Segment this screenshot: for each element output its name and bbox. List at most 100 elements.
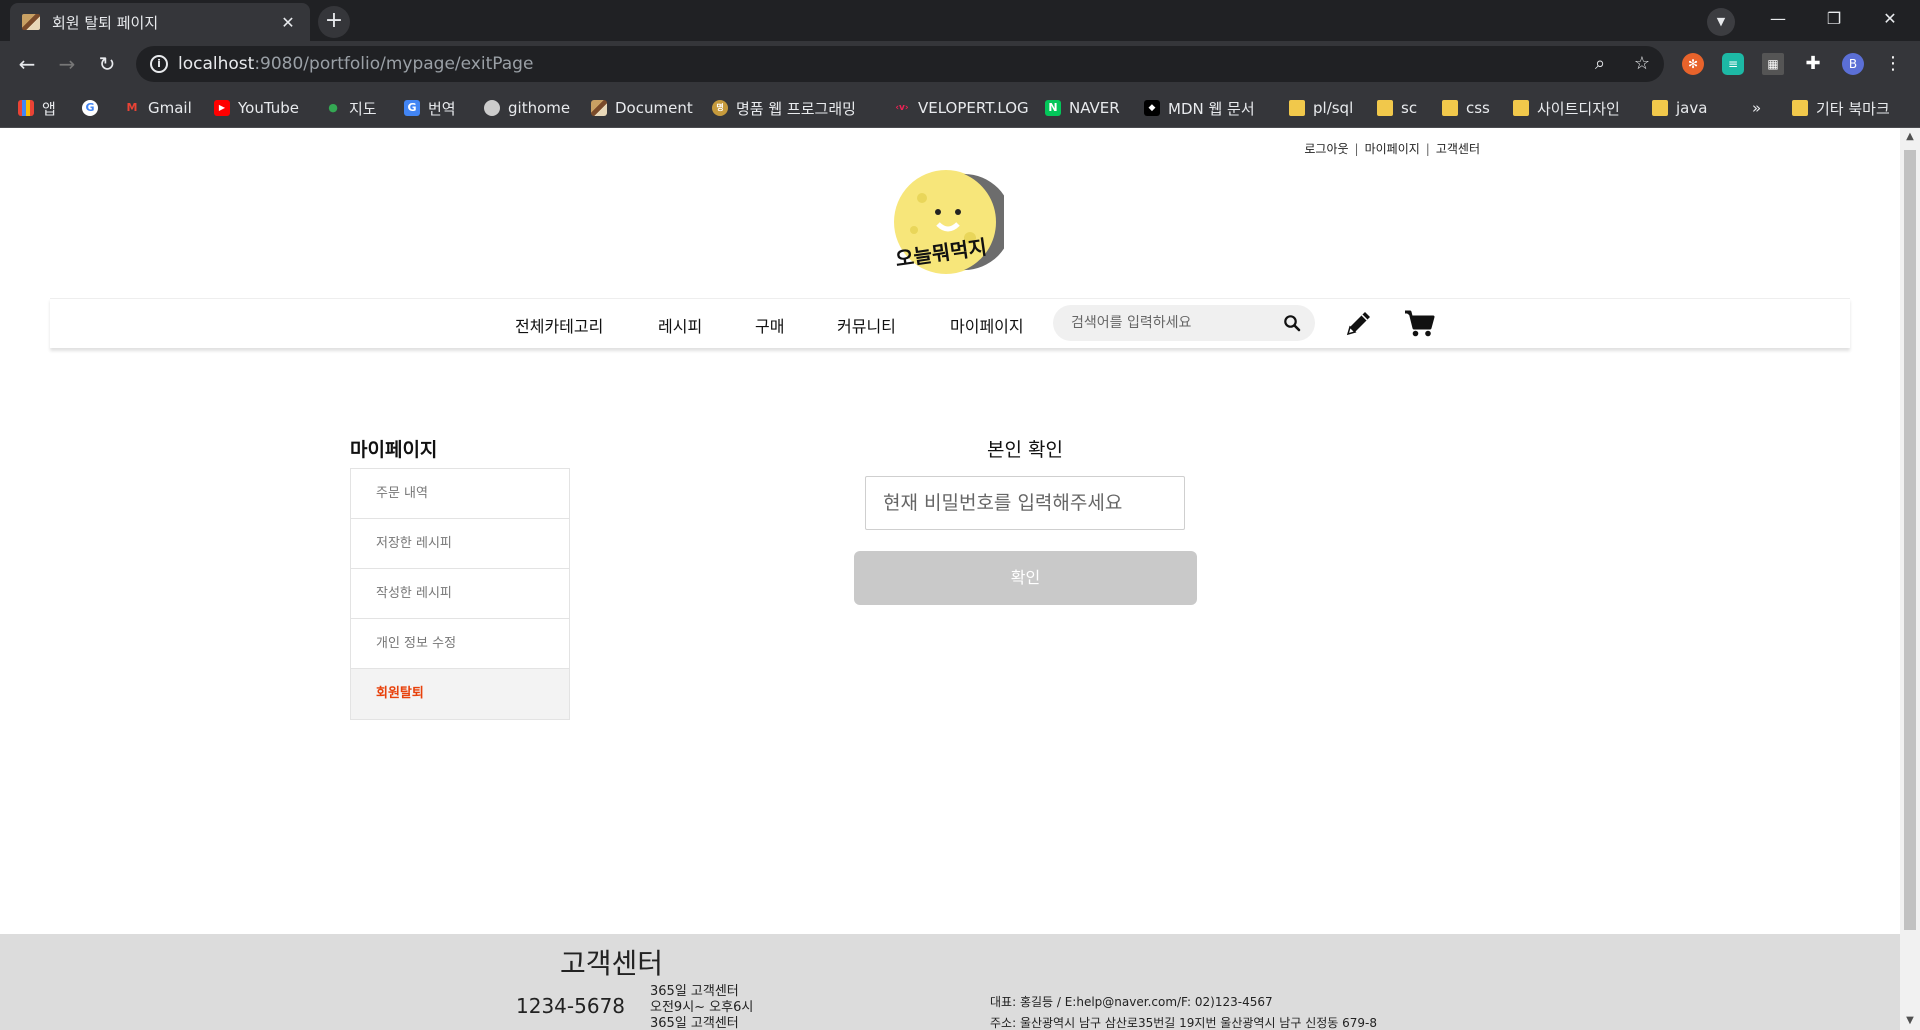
bookmark-site-design[interactable]: 사이트디자인 [1513, 88, 1620, 128]
bookmark-google[interactable]: G [82, 88, 106, 128]
divider: | [1354, 142, 1359, 156]
maps-icon: ● [328, 101, 338, 114]
search-icon[interactable] [1283, 314, 1301, 332]
nav-purchase[interactable]: 구매 [755, 313, 784, 337]
hours-line: 365일 고객센터 [650, 984, 739, 999]
mdn-icon: ◆ [1144, 100, 1160, 116]
forward-arrow-icon[interactable]: → [52, 49, 82, 79]
bookmark-githome[interactable]: githome [484, 88, 570, 128]
globe-icon [484, 100, 500, 116]
site-icon: 명 [712, 100, 728, 116]
bookmark-naver[interactable]: N NAVER [1045, 88, 1120, 128]
bookmark-maps[interactable]: ● 지도 [325, 88, 376, 128]
extensions-puzzle-icon[interactable]: ✚ [1802, 53, 1824, 75]
cart-icon[interactable] [1403, 307, 1435, 339]
footer: 고객센터 1234-5678 365일 고객센터 오전9시~ 오후6시 365일… [0, 934, 1900, 1030]
extension-teal-icon[interactable]: ≡ [1722, 53, 1744, 75]
pencil-write-icon[interactable] [1343, 307, 1375, 339]
folder-icon [1513, 100, 1529, 116]
browser-menu-icon[interactable]: ⋮ [1882, 53, 1904, 75]
password-input[interactable] [865, 476, 1185, 530]
apps-grid-icon [18, 100, 34, 116]
browser-tab[interactable]: 회원 탈퇴 페이지 ✕ [10, 3, 310, 41]
scroll-up-icon[interactable]: ▲ [1900, 128, 1920, 146]
bookmark-velopert[interactable]: ‹v› VELOPERT.LOG [894, 88, 1028, 128]
verify-title: 본인 확인 [987, 439, 1063, 461]
folder-icon [1792, 100, 1808, 116]
tab-title: 회원 탈퇴 페이지 [52, 13, 159, 32]
bookmark-other[interactable]: 기타 북마크 [1792, 88, 1890, 128]
search-box [1053, 305, 1315, 341]
folder-icon [1289, 100, 1305, 116]
sidebar-item-written-recipes[interactable]: 작성한 레시피 [351, 569, 569, 619]
new-tab-button[interactable]: + [318, 6, 350, 38]
minimize-icon[interactable]: — [1750, 0, 1806, 40]
scrollbar-thumb[interactable] [1904, 150, 1916, 930]
footer-hours: 365일 고객센터 오전9시~ 오후6시 365일 고객센터 [650, 984, 753, 1030]
nav-community[interactable]: 커뮤니티 [837, 313, 896, 337]
sidebar-item-edit-profile[interactable]: 개인 정보 수정 [351, 619, 569, 669]
browser-toolbar: ← → ↻ i localhost:9080/portfolio/mypage/… [0, 41, 1920, 88]
divider: | [1425, 142, 1430, 156]
bookmark-gmail[interactable]: M Gmail [124, 88, 192, 128]
folder-icon [1377, 100, 1393, 116]
translate-icon: G [404, 100, 420, 116]
site-logo[interactable]: 오늘뭐먹지 [884, 168, 1004, 280]
sidebar-item-saved-recipes[interactable]: 저장한 레시피 [351, 519, 569, 569]
nav-recipe[interactable]: 레시피 [658, 313, 702, 337]
mypage-link[interactable]: 마이페이지 [1365, 142, 1420, 156]
site-info-icon[interactable]: i [150, 55, 168, 73]
footer-business-info: 대표: 홍길등 / E:help@naver.com/F: 02)123-456… [990, 992, 1377, 1030]
tab-search-icon[interactable]: ▼ [1707, 8, 1735, 36]
bookmark-plsql[interactable]: pl/sql [1289, 88, 1353, 128]
bookmark-sc[interactable]: sc [1377, 88, 1417, 128]
customer-center-link[interactable]: 고객센터 [1436, 142, 1480, 156]
hours-line: 365일 고객센터 [650, 1016, 739, 1030]
extension-orange-icon[interactable]: ✻ [1682, 53, 1704, 75]
sidebar-title: 마이페이지 [350, 439, 438, 461]
bookmark-star-icon[interactable]: ☆ [1630, 52, 1654, 76]
gmail-icon: M [126, 101, 138, 114]
profile-avatar[interactable]: B [1842, 53, 1864, 75]
extension-qr-icon[interactable]: ▦ [1762, 53, 1784, 75]
search-input[interactable] [1071, 311, 1271, 335]
nav-mypage[interactable]: 마이페이지 [950, 313, 1024, 337]
document-icon [591, 100, 607, 116]
logout-link[interactable]: 로그아웃 [1304, 142, 1348, 156]
restore-icon[interactable]: ❐ [1806, 0, 1862, 40]
bookmarks-bar: 앱 G M Gmail ▶ YouTube ● 지도 G 번역 githome Docu… [0, 88, 1920, 128]
hours-line: 오전9시~ 오후6시 [650, 1000, 754, 1015]
bookmark-youtube[interactable]: ▶ YouTube [214, 88, 299, 128]
youtube-icon: ▶ [214, 100, 230, 116]
mypage-sidebar: 주문 내역 저장한 레시피 작성한 레시피 개인 정보 수정 회원탈퇴 [350, 468, 570, 720]
scroll-down-icon[interactable]: ▼ [1900, 1012, 1920, 1030]
page-favicon-icon [22, 14, 40, 30]
footer-contact: 대표: 홍길등 / E:help@naver.com/F: 02)123-456… [990, 995, 1273, 1009]
sidebar-item-orders[interactable]: 주문 내역 [351, 469, 569, 519]
folder-icon [1652, 100, 1668, 116]
nav-all-categories[interactable]: 전체카테고리 [515, 313, 603, 337]
url-text[interactable]: localhost:9080/portfolio/mypage/exitPage [178, 54, 533, 74]
sidebar-item-withdraw[interactable]: 회원탈퇴 [351, 669, 569, 719]
back-arrow-icon[interactable]: ← [12, 49, 42, 79]
page-viewport: 로그아웃 | 마이페이지 | 고객센터 오늘뭐먹지 전체카테고리 레시피 구매 커뮤니티… [0, 128, 1900, 1030]
footer-address: 주소: 울산광역시 남구 삼산로35번길 19지번 울산광역시 남구 신정동 6… [990, 1016, 1378, 1030]
confirm-button[interactable]: 확인 [854, 551, 1197, 605]
naver-icon: N [1045, 100, 1061, 116]
bookmark-apps[interactable]: 앱 [18, 88, 56, 128]
bookmark-css[interactable]: css [1442, 88, 1490, 128]
bookmark-mdn[interactable]: ◆ MDN 웹 문서 [1144, 88, 1255, 128]
bookmark-translate[interactable]: G 번역 [404, 88, 456, 128]
close-tab-icon[interactable]: ✕ [278, 13, 298, 32]
bookmarks-overflow-icon[interactable]: » [1752, 88, 1761, 128]
google-icon: G [82, 100, 98, 116]
close-window-icon[interactable]: ✕ [1862, 0, 1918, 40]
bookmark-document[interactable]: Document [591, 88, 693, 128]
zoom-icon[interactable]: ⌕ [1588, 52, 1612, 76]
bookmark-web-programming[interactable]: 명 명품 웹 프로그래밍 [712, 88, 856, 128]
page-scrollbar[interactable]: ▲ ▼ [1900, 128, 1920, 1030]
reload-icon[interactable]: ↻ [92, 49, 122, 79]
folder-icon [1442, 100, 1458, 116]
bookmark-java[interactable]: java [1652, 88, 1707, 128]
address-bar[interactable]: i localhost:9080/portfolio/mypage/exitPa… [136, 46, 1664, 82]
